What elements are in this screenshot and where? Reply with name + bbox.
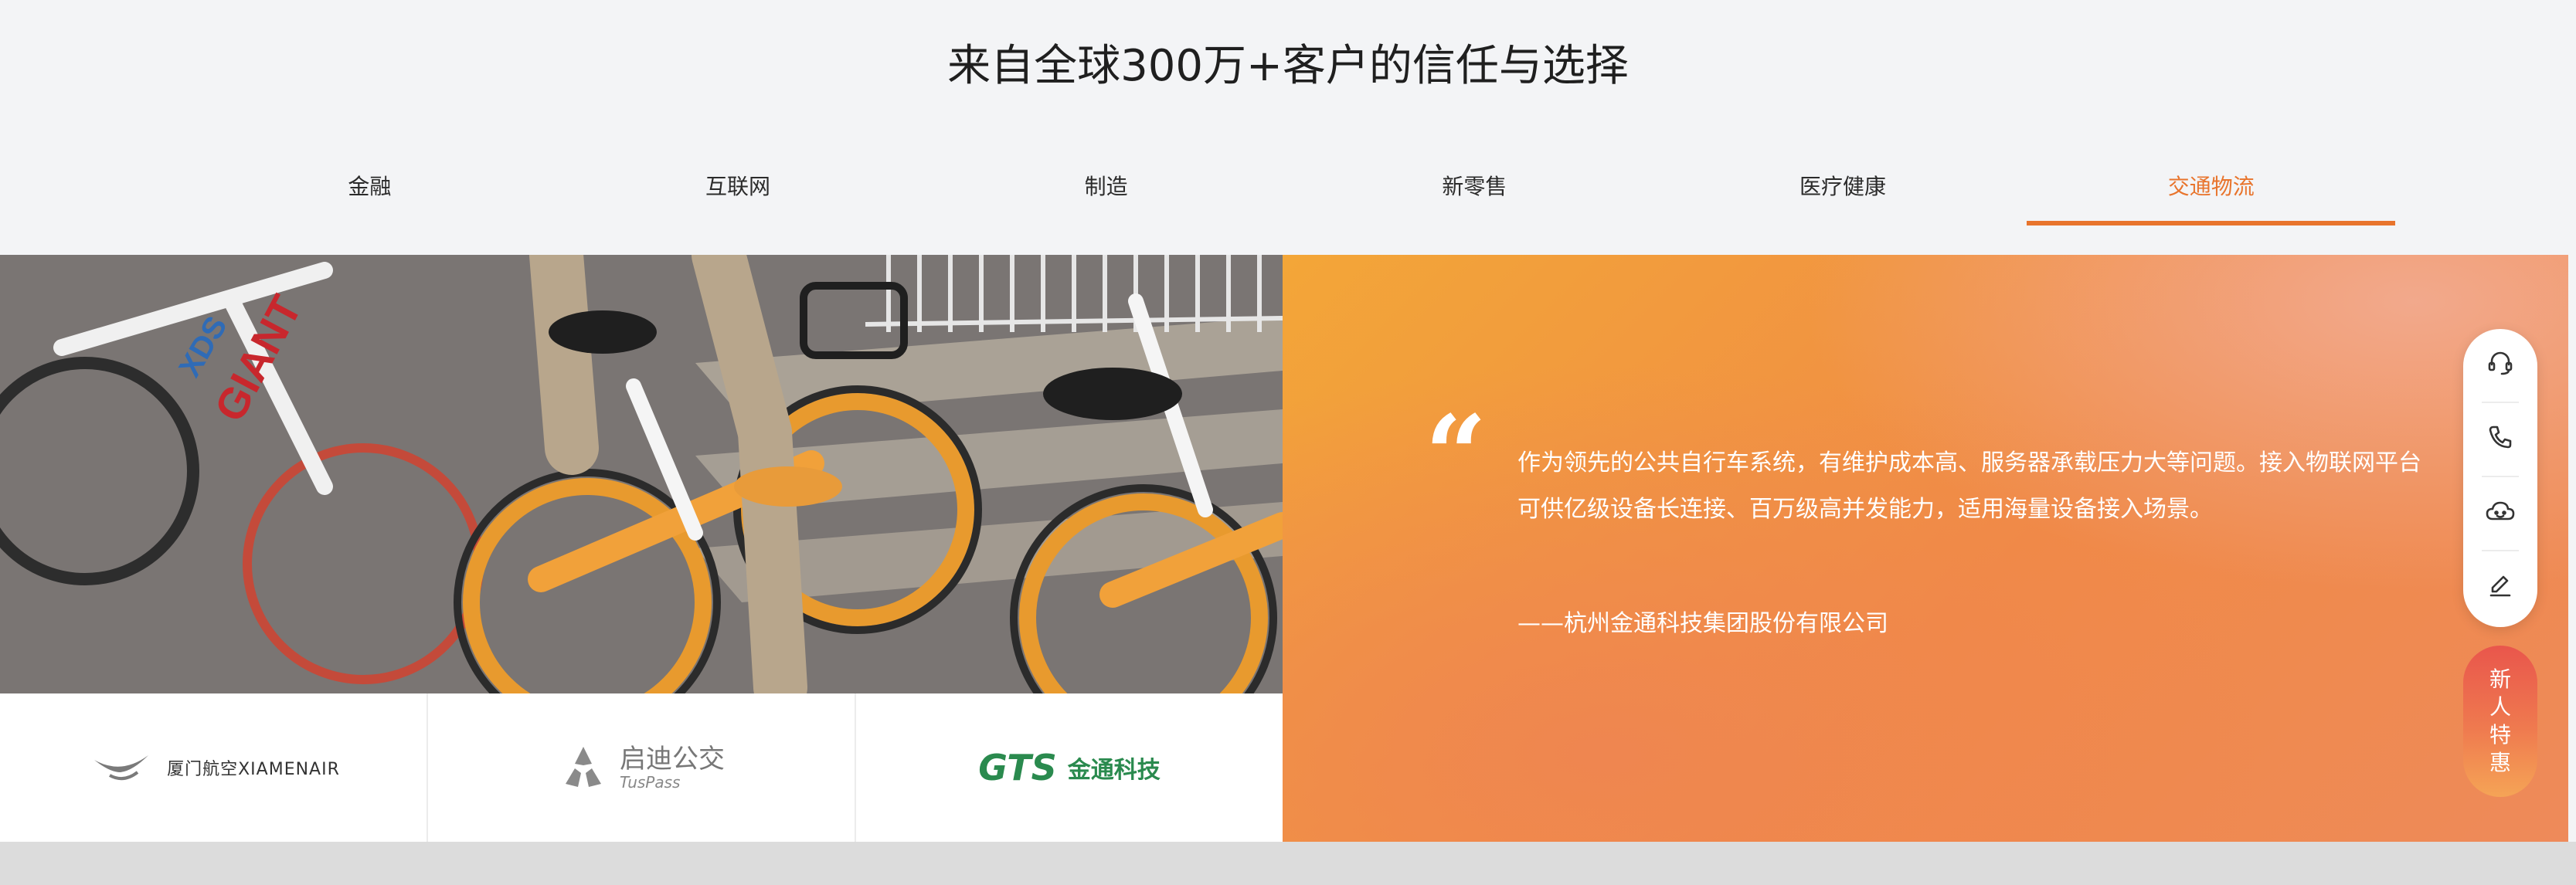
page-title: 来自全球300万+客户的信任与选择: [947, 41, 1629, 91]
toolbar-separator: [2482, 476, 2519, 477]
quote-mark-icon: “: [1425, 392, 1487, 519]
tuspass-name: 启迪公交: [620, 744, 725, 775]
bikes-illustration: GIANT XDS: [0, 255, 1283, 693]
gts-name: 金通科技: [1067, 757, 1161, 784]
tab-transport-logistics[interactable]: 交通物流: [2027, 154, 2395, 225]
xiamen-air-logo-icon: [94, 755, 149, 781]
headset-icon[interactable]: [2477, 340, 2523, 386]
quote-author: ——杭州金通科技集团股份有限公司: [1517, 610, 1888, 637]
xiamen-air-name: 厦门航空XIAMENAIR: [167, 760, 340, 779]
tuspass-sub: TusPass: [620, 773, 681, 792]
industry-tabs: 金融 互联网 制造 新零售 医疗健康 交通物流: [185, 154, 2395, 225]
edit-icon[interactable]: [2477, 562, 2523, 609]
tab-healthcare[interactable]: 医疗健康: [1659, 154, 2027, 225]
logo-tuspass: 启迪公交 TusPass: [428, 693, 856, 842]
tuspass-logo-icon: [566, 747, 601, 787]
new-user-promo-button[interactable]: 新 人 特 惠: [2463, 646, 2537, 797]
case-photo: GIANT XDS: [0, 255, 1283, 693]
cloud-chat-icon[interactable]: [2477, 488, 2523, 534]
logo-gts: GTS 金通科技: [856, 693, 1283, 842]
customer-logos: 厦门航空XIAMENAIR 启迪公交 TusPass GTS 金通科技: [0, 693, 1283, 842]
tab-internet[interactable]: 互联网: [554, 154, 923, 225]
tab-manufacturing[interactable]: 制造: [922, 154, 1290, 225]
promo-char: 惠: [2489, 750, 2511, 775]
floating-toolbar: [2463, 329, 2537, 627]
tab-finance[interactable]: 金融: [185, 154, 554, 225]
promo-char: 特: [2489, 722, 2511, 748]
promo-char: 人: [2489, 694, 2511, 720]
gts-mark: GTS: [978, 747, 1057, 788]
toolbar-separator: [2482, 402, 2519, 403]
tab-new-retail[interactable]: 新零售: [1290, 154, 1659, 225]
section-bottom-divider: [0, 842, 2576, 885]
promo-char: 新: [2489, 666, 2511, 692]
toolbar-separator: [2482, 550, 2519, 551]
logo-xiamen-air: 厦门航空XIAMENAIR: [0, 693, 428, 842]
quote-panel: “ 作为领先的公共自行车系统，有维护成本高、服务器承载压力大等问题。接入物联网平…: [1283, 255, 2568, 842]
phone-icon[interactable]: [2477, 414, 2523, 460]
quote-text: 作为领先的公共自行车系统，有维护成本高、服务器承载压力大等问题。接入物联网平台可…: [1517, 449, 2421, 523]
